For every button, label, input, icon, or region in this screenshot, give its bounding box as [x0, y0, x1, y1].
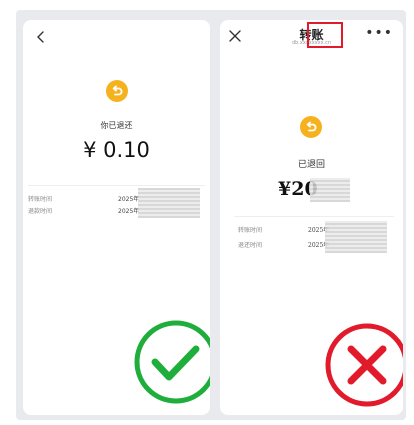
- refund-time-label: 退还时间: [238, 242, 263, 249]
- right-phone-screen: 转账 db.xxxxxxxx.cn ••• 已退回 ¥20 转账时间 2025年…: [220, 20, 403, 415]
- amount-text: ¥ 0.10: [83, 138, 150, 162]
- left-navbar: [23, 20, 210, 60]
- redaction-blur: [325, 221, 387, 253]
- transfer-time-label: 转账时间: [238, 227, 263, 234]
- comparison-stage: 你已退还 ¥ 0.10 转账时间 2025年 退款时间 2025年 转账 db.…: [0, 0, 414, 425]
- divider: [28, 185, 205, 186]
- transfer-time-label: 转账时间: [28, 196, 53, 203]
- left-phone-screen: 你已退还 ¥ 0.10 转账时间 2025年 退款时间 2025年: [23, 20, 210, 415]
- refund-icon: [300, 116, 322, 138]
- cross-icon: [325, 323, 403, 407]
- transfer-time-value: 2025年: [118, 196, 140, 203]
- refund-time-label: 退款时间: [28, 208, 53, 215]
- refund-icon: [106, 80, 128, 102]
- redaction-blur: [138, 188, 200, 218]
- highlight-box: [307, 22, 343, 48]
- status-text: 你已退还: [100, 121, 133, 130]
- chevron-left-icon[interactable]: [33, 29, 49, 45]
- refund-time-value: 2025年: [118, 208, 140, 215]
- more-icon[interactable]: •••: [365, 25, 393, 41]
- divider: [234, 216, 394, 217]
- status-text: 已退回: [297, 160, 325, 170]
- amount-redaction-blur: [310, 178, 350, 202]
- check-icon: [134, 320, 210, 404]
